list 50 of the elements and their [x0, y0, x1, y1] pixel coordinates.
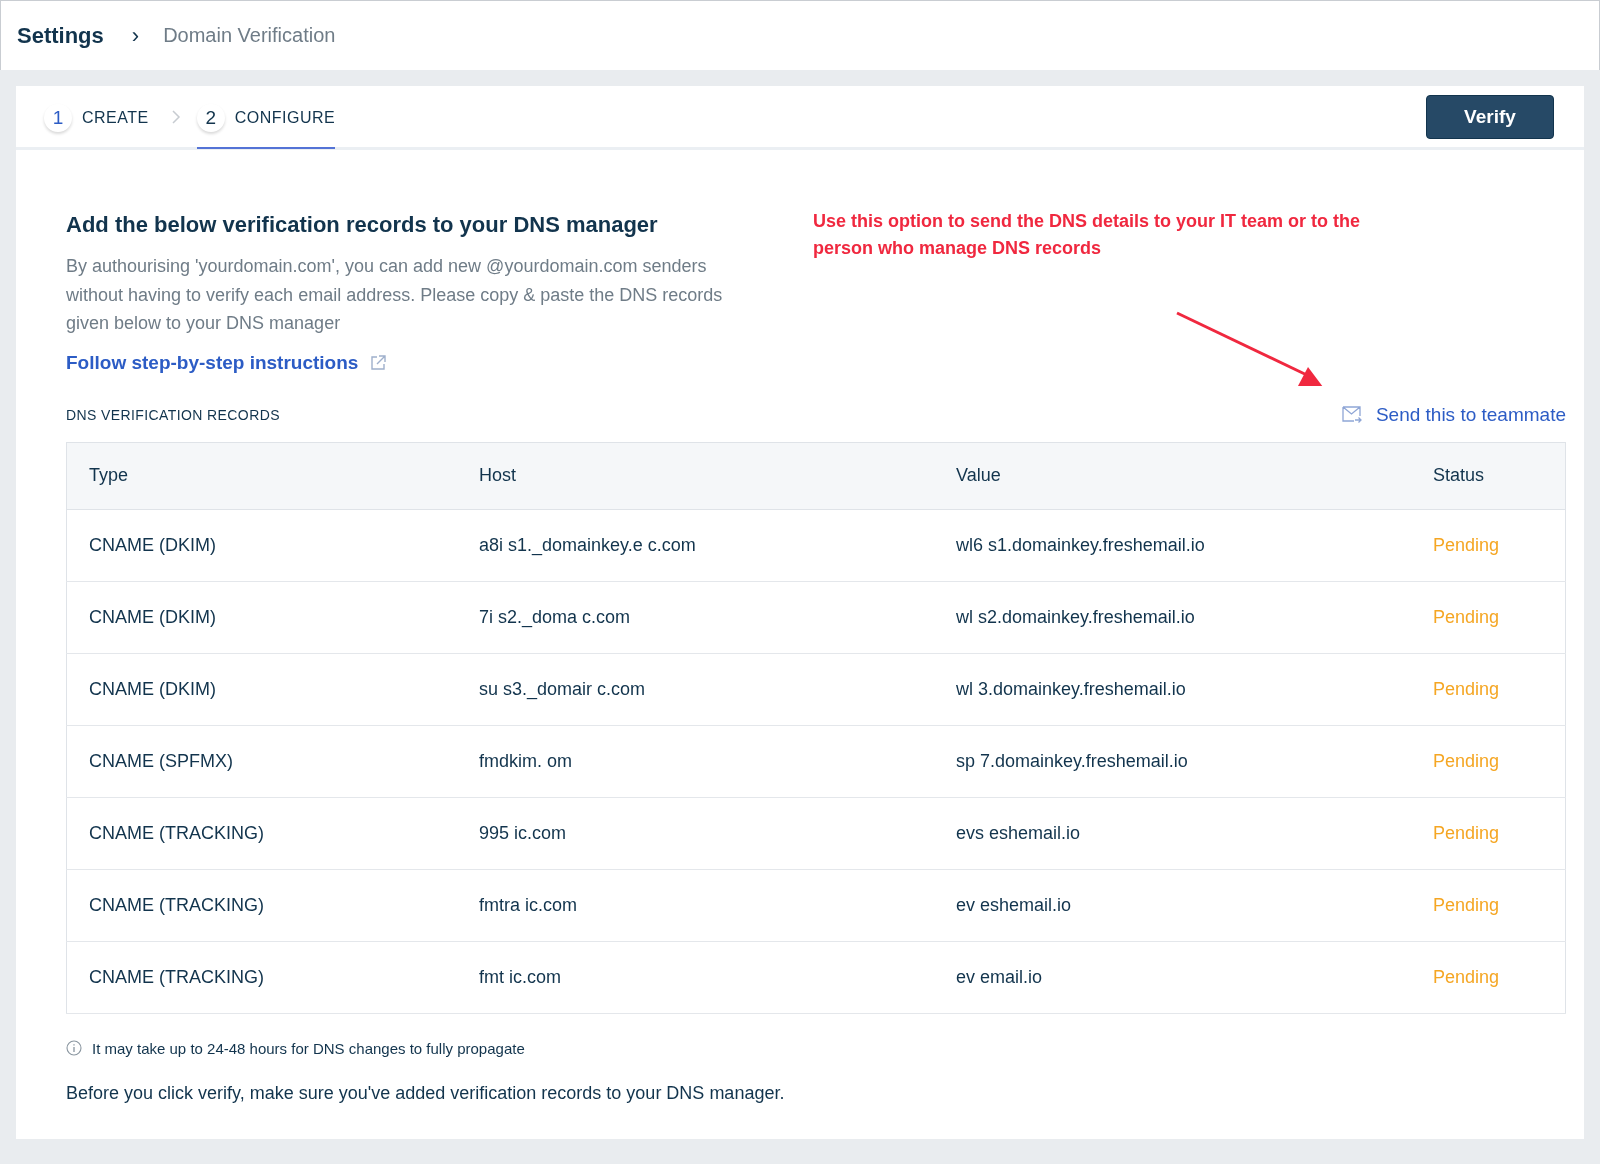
instructions-link[interactable]: Follow step-by-step instructions — [66, 351, 387, 374]
status-text: Pending — [1411, 941, 1566, 1013]
send-link[interactable]: Send this to teammate — [1341, 403, 1566, 426]
table-cell: wl6 s1.domainkey.freshemail.io — [934, 509, 1411, 581]
step-tab[interactable]: 2 CONFIGURE — [196, 87, 336, 149]
table-cell: CNAME (DKIM) — [66, 509, 457, 581]
table-cell: sp 7.domainkey.freshemail.io — [934, 725, 1411, 797]
breadcrumb-separator: › — [131, 22, 140, 49]
table-cell: CNAME (TRACKING) — [66, 797, 457, 869]
status-text: Pending — [1411, 725, 1566, 797]
status-text: Pending — [1411, 797, 1566, 869]
table-cell: fmdkim. om — [457, 725, 934, 797]
column-header: Value — [934, 442, 1411, 509]
step-tab[interactable]: 1 CREATE — [44, 87, 149, 149]
table-cell: fmt ic.com — [457, 941, 934, 1013]
status-text: Pending — [1411, 509, 1566, 581]
table-cell: CNAME (TRACKING) — [66, 869, 457, 941]
table-cell: evs eshemail.io — [934, 797, 1411, 869]
annotation-text: Use this option to send the DNS details to your IT team or to the person who manage DNS records — [813, 210, 1362, 260]
section-heading: Add the below verification records to your DNS manager — [66, 212, 658, 238]
footer-text: Before you click verify, make sure you've added verification records to your DNS manager. — [66, 1082, 786, 1104]
table-cell: ev email.io — [934, 941, 1411, 1013]
table-cell: su s3._domair c.com — [457, 653, 934, 725]
table-cell: CNAME (TRACKING) — [66, 941, 457, 1013]
section-label: DNS VERIFICATION RECORDS — [66, 406, 280, 423]
table-cell: wl 3.domainkey.freshemail.io — [934, 653, 1411, 725]
note-text: It may take up to 24-48 hours for DNS changes to fully propagate — [92, 1039, 525, 1057]
info-icon — [66, 1040, 82, 1056]
status-text: Pending — [1411, 653, 1566, 725]
table-cell: ev eshemail.io — [934, 869, 1411, 941]
table-cell: 7i s2._doma c.com — [457, 581, 934, 653]
page-title: Domain Verification — [163, 24, 336, 47]
table-cell: fmtra ic.com — [457, 869, 934, 941]
table-cell: CNAME (SPFMX) — [66, 725, 457, 797]
table-cell: CNAME (DKIM) — [66, 653, 457, 725]
mail-icon — [1341, 405, 1362, 424]
table-cell: 995 ic.com — [457, 797, 934, 869]
verify-button[interactable]: Verify — [1426, 94, 1554, 139]
status-text: Pending — [1411, 581, 1566, 653]
table-cell: a8i s1._domainkey.e c.com — [457, 509, 934, 581]
column-header: Host — [457, 442, 934, 509]
table-cell: wl s2.domainkey.freshemail.io — [934, 581, 1411, 653]
status-text: Pending — [1411, 869, 1566, 941]
breadcrumb-link[interactable]: Settings — [17, 22, 104, 49]
external-link-icon — [370, 354, 387, 371]
description-text: By authourising 'yourdomain.com', you can add new @yourdomain.com senders without having to verify each email address. Please copy & paste the DNS records given below to your DNS manager — [66, 255, 724, 335]
table-cell: CNAME (DKIM) — [66, 581, 457, 653]
chevron-icon — [170, 109, 181, 124]
column-header: Type — [66, 442, 457, 509]
column-header: Status — [1411, 442, 1566, 509]
